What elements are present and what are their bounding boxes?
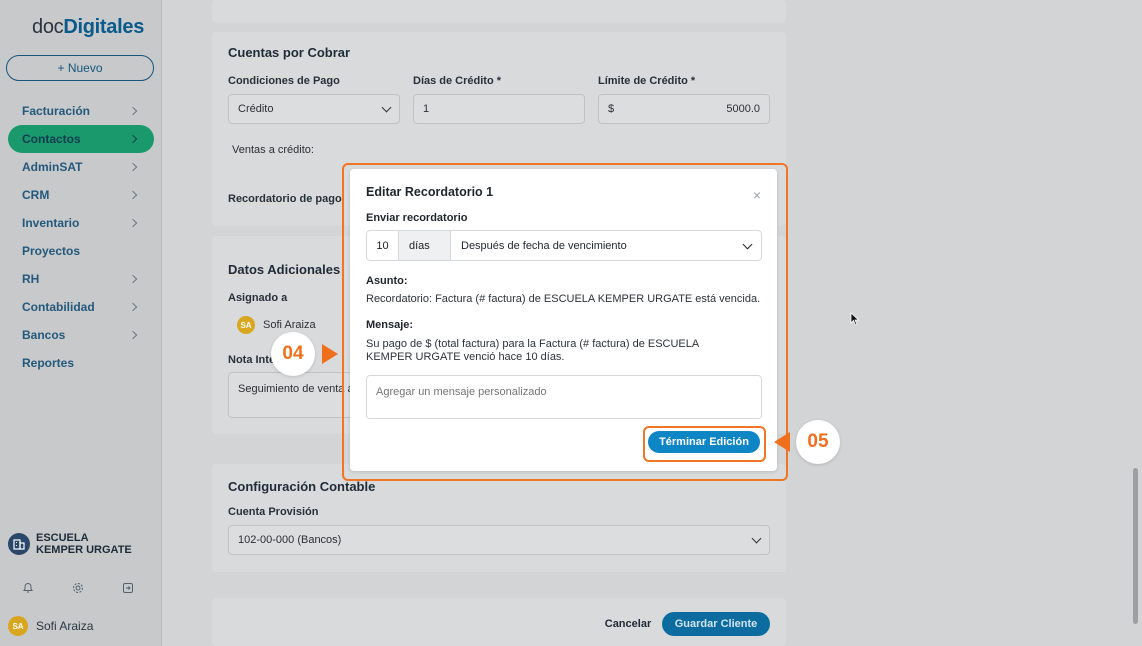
sidebar-item-contabilidad[interactable]: Contabilidad <box>8 293 154 321</box>
arrow-left-icon <box>774 432 790 452</box>
sidebar-item-bancos[interactable]: Bancos <box>8 321 154 349</box>
sidebar-item-crm[interactable]: CRM <box>8 181 154 209</box>
arrow-right-icon <box>322 344 338 364</box>
mensaje-label: Mensaje: <box>366 319 414 331</box>
sidebar-item-reportes[interactable]: Reportes <box>8 349 154 377</box>
cuenta-label: Cuenta Provisión <box>228 506 319 518</box>
chevron-down-icon <box>381 102 392 113</box>
sidebar-item-inventario[interactable]: Inventario <box>8 209 154 237</box>
step-badge-04: 04 <box>271 332 315 376</box>
building-icon <box>8 533 30 555</box>
chevron-right-icon <box>128 330 138 340</box>
limite-label: Límite de Crédito * <box>598 75 696 87</box>
chevron-right-icon <box>128 106 138 116</box>
avatar: SA <box>8 616 28 636</box>
save-client-button[interactable]: Guardar Cliente <box>662 612 770 636</box>
chevron-down-icon <box>751 533 762 544</box>
days-input[interactable]: 10 <box>367 231 399 260</box>
chevron-down-icon <box>742 239 753 249</box>
chevron-right-icon <box>128 302 138 312</box>
step-badge-05: 05 <box>796 420 840 464</box>
new-button[interactable]: + Nuevo <box>6 55 154 81</box>
gear-icon[interactable] <box>70 580 86 596</box>
section-title: Cuentas por Cobrar <box>228 45 351 60</box>
days-unit-label: días <box>399 231 451 260</box>
user-name: Sofi Araiza <box>36 619 94 633</box>
company-name: ESCUELA KEMPER URGATE <box>36 532 132 556</box>
section-title: Configuración Contable <box>228 479 376 494</box>
utility-icons <box>20 580 136 596</box>
dias-label: Días de Crédito * <box>413 75 502 87</box>
app-logo[interactable]: docDigitales <box>32 16 144 39</box>
sidebar-item-facturacion[interactable]: Facturación <box>8 97 154 125</box>
chevron-right-icon <box>128 162 138 172</box>
credit-limit-input[interactable]: $5000.0 <box>598 94 770 124</box>
mouse-cursor-icon <box>850 312 860 329</box>
recordatorio-label: Recordatorio de pago <box>228 193 342 205</box>
chevron-right-icon <box>128 190 138 200</box>
sidebar-item-contactos[interactable]: Contactos <box>8 125 154 153</box>
finish-button-highlight <box>643 426 766 462</box>
timing-select[interactable]: Después de fecha de vencimiento <box>451 231 761 260</box>
provision-account-select[interactable]: 102-00-000 (Bancos) <box>228 525 770 555</box>
sidebar-item-adminsat[interactable]: AdminSAT <box>8 153 154 181</box>
close-icon[interactable]: × <box>753 187 761 203</box>
cancel-button[interactable]: Cancelar <box>598 612 658 636</box>
sidebar-nav: Facturación Contactos AdminSAT CRM Inven… <box>8 97 154 377</box>
nota-label: Nota Inte <box>228 354 276 366</box>
credit-days-input[interactable]: 1 <box>413 94 585 124</box>
sidebar: docDigitales + Nuevo Facturación Contact… <box>0 0 162 646</box>
card-top-remnant <box>212 0 786 22</box>
avatar: SA <box>237 316 255 334</box>
asunto-label: Asunto: <box>366 275 408 287</box>
chevron-right-icon <box>128 218 138 228</box>
chevron-right-icon <box>128 134 138 144</box>
scrollbar[interactable] <box>1133 468 1138 624</box>
modal-title: Editar Recordatorio 1 <box>366 185 494 199</box>
cond-label: Condiciones de Pago <box>228 75 340 87</box>
custom-message-textarea[interactable] <box>366 375 762 419</box>
bell-icon[interactable] <box>20 580 36 596</box>
asunto-text: Recordatorio: Factura (# factura) de ESC… <box>366 293 761 305</box>
logout-icon[interactable] <box>120 580 136 596</box>
user-profile[interactable]: SA Sofi Araiza <box>8 616 93 636</box>
reminder-config: 10 días Después de fecha de vencimiento <box>366 230 762 261</box>
asignado-label: Asignado a <box>228 292 288 304</box>
sidebar-item-rh[interactable]: RH <box>8 265 154 293</box>
company-switcher[interactable]: ESCUELA KEMPER URGATE <box>8 532 136 556</box>
ventas-credito-label: Ventas a crédito: <box>232 144 314 156</box>
sidebar-item-proyectos[interactable]: Proyectos <box>8 237 154 265</box>
chevron-right-icon <box>128 274 138 284</box>
section-title: Datos Adicionales <box>228 262 341 277</box>
payment-terms-select[interactable]: Crédito <box>228 94 400 124</box>
mensaje-text: Su pago de $ (total factura) para la Fac… <box>366 338 699 363</box>
form-footer: Cancelar Guardar Cliente <box>212 598 786 646</box>
enviar-label: Enviar recordatorio <box>366 212 468 224</box>
